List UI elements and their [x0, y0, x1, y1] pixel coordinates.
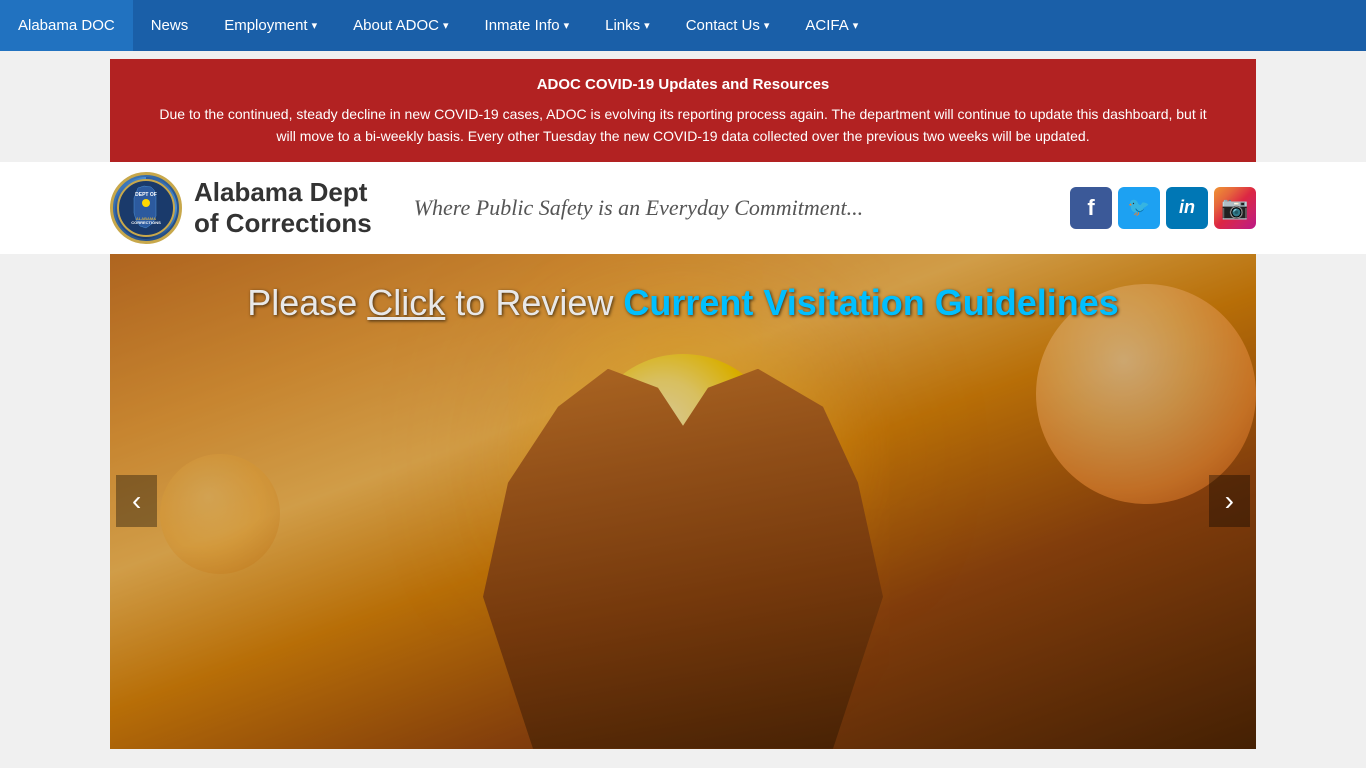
carousel-prefix: Please [247, 282, 357, 323]
carousel-slide-text: Please Click to Review Current Visitatio… [110, 282, 1256, 324]
logo-circle-inner: DEPT OF CORRECTIONS ALABAMA [115, 177, 177, 239]
logo-area: DEPT OF CORRECTIONS ALABAMA Alabama Dept… [110, 172, 863, 244]
tagline: Where Public Safety is an Everyday Commi… [414, 195, 863, 221]
covid-banner-body: Due to the continued, steady decline in … [150, 103, 1216, 148]
twitter-button[interactable]: 🐦 [1118, 187, 1160, 229]
carousel-prev-button[interactable]: ‹ [116, 475, 157, 527]
linkedin-button[interactable]: in [1166, 187, 1208, 229]
carousel: Please Click to Review Current Visitatio… [110, 254, 1256, 749]
inmate-info-dropdown-arrow: ▾ [564, 19, 570, 32]
nav-item-about-adoc[interactable]: About ADOC ▾ [335, 0, 466, 51]
nav-item-inmate-info[interactable]: Inmate Info ▾ [467, 0, 588, 51]
carousel-highlight-text[interactable]: Current Visitation Guidelines [623, 282, 1118, 323]
carousel-click-word[interactable]: Click [367, 282, 445, 323]
instagram-button[interactable]: 📷 [1214, 187, 1256, 229]
covid-banner-title: ADOC COVID-19 Updates and Resources [150, 73, 1216, 97]
contact-us-dropdown-arrow: ▾ [764, 19, 770, 32]
nav-item-news[interactable]: News [133, 0, 207, 51]
svg-text:DEPT OF: DEPT OF [135, 192, 157, 198]
employment-dropdown-arrow: ▾ [312, 19, 318, 32]
links-dropdown-arrow: ▾ [644, 19, 650, 32]
nav-item-employment[interactable]: Employment ▾ [206, 0, 335, 51]
social-icons: f 🐦 in 📷 [1070, 187, 1256, 229]
nav-item-links[interactable]: Links ▾ [587, 0, 668, 51]
carousel-overlay [110, 254, 1256, 749]
nav-item-contact-us[interactable]: Contact Us ▾ [668, 0, 788, 51]
about-adoc-dropdown-arrow: ▾ [443, 19, 449, 32]
logo-text: Alabama Dept of Corrections [194, 177, 372, 239]
covid-banner: ADOC COVID-19 Updates and Resources Due … [110, 59, 1256, 162]
svg-text:ALABAMA: ALABAMA [136, 216, 156, 221]
nav-item-alabama-doc[interactable]: Alabama DOC [0, 0, 133, 51]
carousel-next-button[interactable]: › [1209, 475, 1250, 527]
facebook-button[interactable]: f [1070, 187, 1112, 229]
logo-circle: DEPT OF CORRECTIONS ALABAMA [110, 172, 182, 244]
acifa-dropdown-arrow: ▾ [853, 19, 859, 32]
nav-item-acifa[interactable]: ACIFA ▾ [787, 0, 876, 51]
main-nav: Alabama DOC News Employment ▾ About ADOC… [0, 0, 1366, 51]
site-header: DEPT OF CORRECTIONS ALABAMA Alabama Dept… [0, 162, 1366, 254]
